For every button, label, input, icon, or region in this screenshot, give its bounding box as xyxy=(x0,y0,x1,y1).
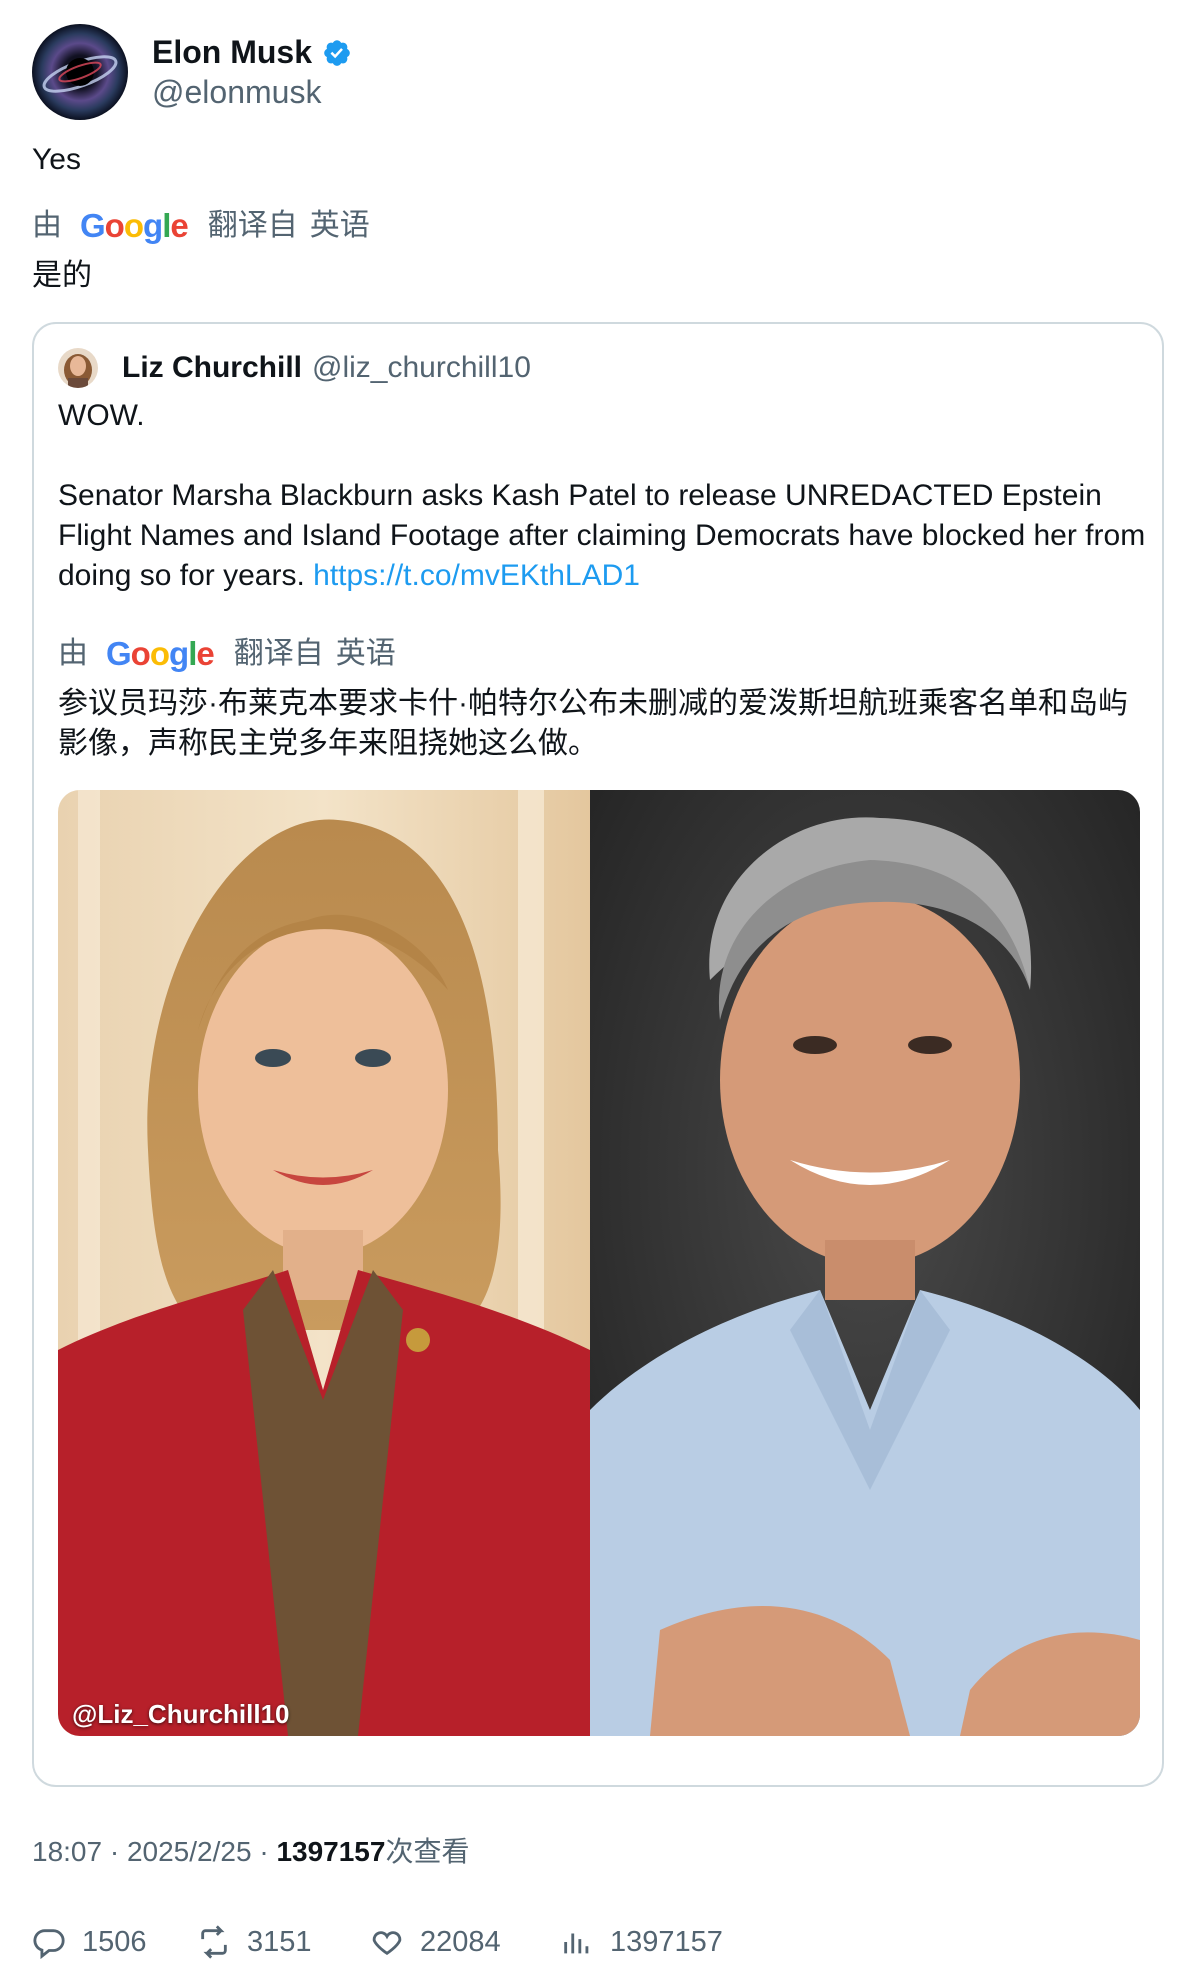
verified-badge-icon xyxy=(322,37,352,67)
meta-separator: · xyxy=(109,1836,120,1867)
author-handle[interactable]: @elonmusk xyxy=(152,72,352,112)
quoted-tweet-header: Liz Churchill @liz_churchill10 xyxy=(58,344,531,392)
analytics-count: 1397157 xyxy=(610,1925,723,1958)
quoted-author-name[interactable]: Liz Churchill xyxy=(122,351,302,385)
view-count: 1397157 xyxy=(276,1836,386,1867)
author-avatar[interactable] xyxy=(32,24,128,120)
quoted-link[interactable]: https://t.co/mvEKthLAD1 xyxy=(313,559,640,592)
reply-count: 1506 xyxy=(82,1925,147,1958)
retweet-button[interactable]: 3151 xyxy=(197,1918,312,1966)
action-bar: 1506 3151 22084 1397157 xyxy=(32,1918,1164,1966)
like-count: 22084 xyxy=(420,1925,501,1958)
translated-from-label: 翻译自 xyxy=(233,637,324,670)
translation-by: 由 xyxy=(32,209,62,242)
quoted-tweet-text: WOW. Senator Marsha Blackburn asks Kash … xyxy=(58,396,1148,596)
translation-attribution: 由 Google 翻译自 英语 xyxy=(32,206,370,246)
quoted-text-body-wrap: Senator Marsha Blackburn asks Kash Patel… xyxy=(58,476,1148,596)
media-watermark: @Liz_Churchill10 xyxy=(72,1699,290,1729)
heart-icon xyxy=(372,1931,402,1956)
author-name[interactable]: Elon Musk xyxy=(152,32,352,72)
views-button[interactable]: 1397157 xyxy=(560,1918,723,1966)
tweet-time[interactable]: 18:07 xyxy=(32,1836,102,1867)
reply-icon xyxy=(33,1929,65,1959)
reply-button[interactable]: 1506 xyxy=(32,1918,147,1966)
translation-by: 由 xyxy=(58,637,88,670)
view-count-suffix: 次查看 xyxy=(385,1836,470,1867)
retweet-count: 3151 xyxy=(247,1925,312,1958)
quoted-translation-attribution: 由 Google 翻译自 英语 xyxy=(58,634,396,674)
quoted-author-handle[interactable]: @liz_churchill10 xyxy=(312,351,531,385)
quoted-text-line1: WOW. xyxy=(58,399,145,432)
media-photo-left[interactable]: @Liz_Churchill10 xyxy=(58,790,590,1736)
source-language: 英语 xyxy=(335,637,396,670)
google-logo: Google xyxy=(80,207,189,244)
analytics-icon xyxy=(564,1933,589,1954)
translated-from-label: 翻译自 xyxy=(207,209,298,242)
google-logo: Google xyxy=(106,635,215,672)
like-button[interactable]: 22084 xyxy=(370,1918,501,1966)
tweet-header: Elon Musk @elonmusk xyxy=(32,24,352,120)
tweet-date[interactable]: 2025/2/25 xyxy=(127,1836,252,1867)
tweet-text: Yes xyxy=(32,143,81,176)
source-language: 英语 xyxy=(309,209,370,242)
retweet-icon xyxy=(201,1925,227,1959)
quoted-translated-text: 参议员玛莎·布莱克本要求卡什·帕特尔公布未删减的爱泼斯坦航班乘客名单和岛屿影像，… xyxy=(58,687,1128,760)
media-photo-right[interactable] xyxy=(590,790,1140,1736)
author-name-text[interactable]: Elon Musk xyxy=(152,32,312,72)
quoted-tweet-media[interactable]: @Liz_Churchill10 xyxy=(58,790,1140,1736)
quoted-author-avatar[interactable] xyxy=(58,348,98,388)
meta-separator-2: · xyxy=(259,1836,269,1867)
quoted-tweet[interactable]: Liz Churchill @liz_churchill10 WOW. Sena… xyxy=(32,322,1164,1787)
tweet-meta: 18:07 · 2025/2/25 · 1397157次查看 xyxy=(32,1832,469,1872)
translated-tweet-text: 是的 xyxy=(32,259,92,292)
